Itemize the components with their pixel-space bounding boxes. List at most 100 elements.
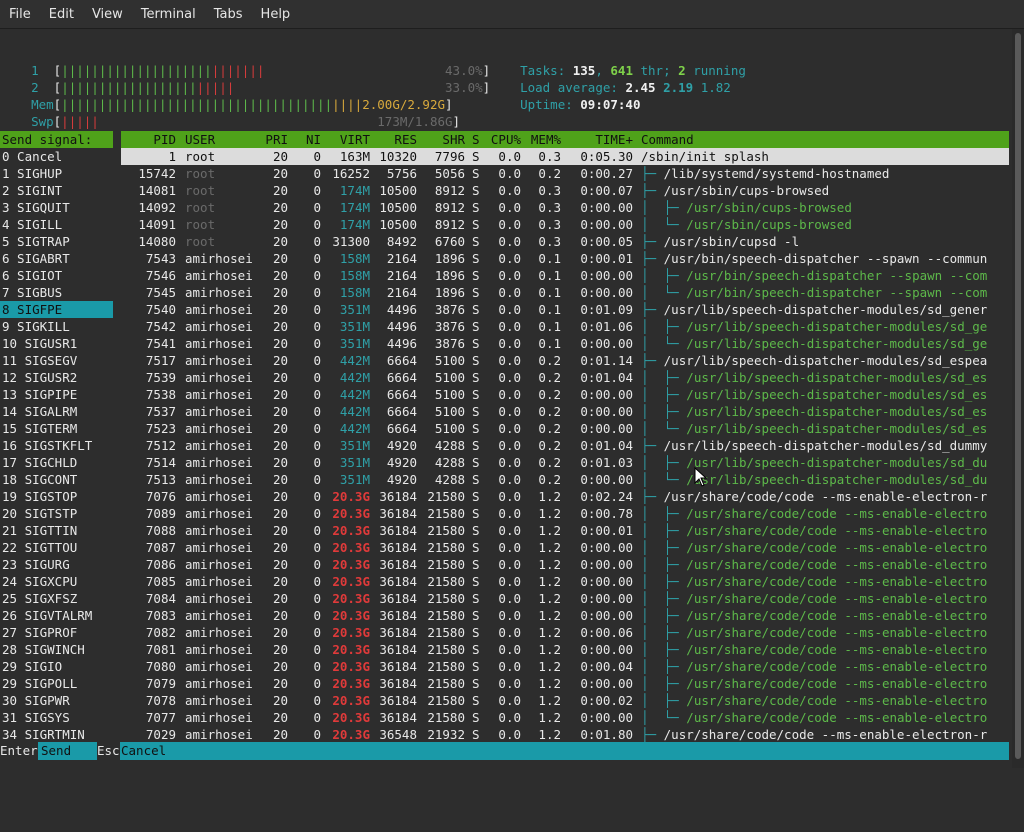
signal-item[interactable]: 26 SIGVTALRM — [0, 607, 113, 624]
menu-terminal[interactable]: Terminal — [132, 7, 205, 22]
cancel-button[interactable]: Cancel — [121, 742, 166, 760]
signal-item[interactable]: 17 SIGCHLD — [0, 454, 113, 471]
process-row[interactable]: 7076 amirhosei 20 0 20.3G 36184 21580 S 0.0 1.2 0:… — [121, 488, 1009, 505]
column-header-s[interactable]: S — [472, 131, 480, 148]
process-row[interactable]: 15742 root 20 0 16252 5756 5056 S 0.0 0.2 0:00.27 ├… — [121, 165, 1009, 182]
process-row[interactable]: 7541 amirhosei 20 0 351M 4496 3876 S 0.0 0.1 0:00.… — [121, 335, 1009, 352]
process-row[interactable]: 7540 amirhosei 20 0 351M 4496 3876 S 0.0 0.1 0:01.… — [121, 301, 1009, 318]
column-header-command[interactable]: Command — [641, 131, 694, 148]
process-row[interactable]: 7089 amirhosei 20 0 20.3G 36184 21580 S 0.0 1.2 0:… — [121, 505, 1009, 522]
process-row[interactable]: 14092 root 20 0 174M 10500 8912 S 0.0 0.3 0:00.00 │… — [121, 199, 1009, 216]
process-row[interactable]: 7539 amirhosei 20 0 442M 6664 5100 S 0.0 0.2 0:01.… — [121, 369, 1009, 386]
column-header-cpu[interactable]: CPU% — [491, 131, 521, 148]
signal-item[interactable]: 28 SIGWINCH — [0, 641, 113, 658]
signal-item[interactable]: 0 Cancel — [0, 148, 113, 165]
process-row[interactable]: 7543 amirhosei 20 0 158M 2164 1896 S 0.0 0.1 0:00.… — [121, 250, 1009, 267]
column-header-ni[interactable]: NI — [306, 131, 321, 148]
menu-help[interactable]: Help — [252, 7, 300, 22]
process-row[interactable]: 7513 amirhosei 20 0 351M 4920 4288 S 0.0 0.2 0:00.… — [121, 471, 1009, 488]
signal-item[interactable]: 9 SIGKILL — [0, 318, 113, 335]
signal-item[interactable]: 27 SIGPROF — [0, 624, 113, 641]
column-header-virt[interactable]: VIRT — [340, 131, 370, 148]
process-row[interactable]: 7512 amirhosei 20 0 351M 4920 4288 S 0.0 0.2 0:01.… — [121, 437, 1009, 454]
signal-item[interactable]: 24 SIGXCPU — [0, 573, 113, 590]
process-row[interactable]: 7082 amirhosei 20 0 20.3G 36184 21580 S 0.0 1.2 0:… — [121, 624, 1009, 641]
process-row[interactable]: 7538 amirhosei 20 0 442M 6664 5100 S 0.0 0.2 0:00.… — [121, 386, 1009, 403]
process-row[interactable]: 7086 amirhosei 20 0 20.3G 36184 21580 S 0.0 1.2 0:… — [121, 556, 1009, 573]
signal-item[interactable]: 8 SIGFPE — [0, 301, 113, 318]
signal-item[interactable]: 12 SIGUSR2 — [0, 369, 113, 386]
cpu2-meter: 2 [||||||||||||||||||||||| 33.0%] — [31, 80, 491, 95]
signal-item[interactable]: 16 SIGSTKFLT — [0, 437, 113, 454]
process-row[interactable]: 7085 amirhosei 20 0 20.3G 36184 21580 S 0.0 1.2 0:… — [121, 573, 1009, 590]
process-row[interactable]: 14091 root 20 0 174M 10500 8912 S 0.0 0.3 0:00.00 │… — [121, 216, 1009, 233]
column-header-shr[interactable]: SHR — [442, 131, 465, 148]
tree-branch: ├─ — [641, 727, 664, 742]
process-row[interactable]: 7537 amirhosei 20 0 442M 6664 5100 S 0.0 0.2 0:00.… — [121, 403, 1009, 420]
process-row[interactable]: 7079 amirhosei 20 0 20.3G 36184 21580 S 0.0 1.2 0:… — [121, 675, 1009, 692]
signal-item[interactable]: 14 SIGALRM — [0, 403, 113, 420]
cell-ni: 0 — [313, 285, 321, 300]
signal-item[interactable]: 2 SIGINT — [0, 182, 113, 199]
signal-item[interactable]: 21 SIGTTIN — [0, 522, 113, 539]
process-row[interactable]: 7077 amirhosei 20 0 20.3G 36184 21580 S 0.0 1.2 0:… — [121, 709, 1009, 726]
column-header-res[interactable]: RES — [394, 131, 417, 148]
signal-item[interactable]: 10 SIGUSR1 — [0, 335, 113, 352]
menu-view[interactable]: View — [83, 7, 132, 22]
column-header-mem[interactable]: MEM% — [531, 131, 561, 148]
process-row[interactable]: 7083 amirhosei 20 0 20.3G 36184 21580 S 0.0 1.2 0:… — [121, 607, 1009, 624]
process-row[interactable]: 7514 amirhosei 20 0 351M 4920 4288 S 0.0 0.2 0:01.… — [121, 454, 1009, 471]
signal-item[interactable]: 4 SIGILL — [0, 216, 113, 233]
process-row[interactable]: 1 root 20 0 163M 10320 7796 S 0.0 0.3 0:05.30/sbin… — [121, 148, 1009, 165]
column-header-user[interactable]: USER — [185, 131, 215, 148]
signal-item[interactable]: 1 SIGHUP — [0, 165, 113, 182]
signal-item[interactable]: 6 SIGABRT — [0, 250, 113, 267]
cell-pid: 14080 — [138, 234, 176, 249]
terminal-scrollbar[interactable] — [1012, 29, 1024, 768]
process-row[interactable]: 7523 amirhosei 20 0 442M 6664 5100 S 0.0 0.2 0:00.… — [121, 420, 1009, 437]
cell-user: amirhosei — [185, 438, 253, 453]
signal-item[interactable]: 7 SIGBUS — [0, 284, 113, 301]
process-row[interactable]: 7545 amirhosei 20 0 158M 2164 1896 S 0.0 0.1 0:00.… — [121, 284, 1009, 301]
signal-item[interactable]: 34 SIGRTMIN — [0, 726, 113, 743]
signal-item[interactable]: 6 SIGIOT — [0, 267, 113, 284]
column-header-pid[interactable]: PID — [153, 131, 176, 148]
column-header-time[interactable]: TIME+ — [595, 131, 633, 148]
signal-item[interactable]: 13 SIGPIPE — [0, 386, 113, 403]
process-row[interactable]: 7546 amirhosei 20 0 158M 2164 1896 S 0.0 0.1 0:00.… — [121, 267, 1009, 284]
menu-edit[interactable]: Edit — [40, 7, 83, 22]
menu-file[interactable]: File — [0, 7, 40, 22]
process-row[interactable]: 7517 amirhosei 20 0 442M 6664 5100 S 0.0 0.2 0:01.… — [121, 352, 1009, 369]
process-row[interactable]: 7088 amirhosei 20 0 20.3G 36184 21580 S 0.0 1.2 0:… — [121, 522, 1009, 539]
process-row[interactable]: 7087 amirhosei 20 0 20.3G 36184 21580 S 0.0 1.2 0:… — [121, 539, 1009, 556]
signal-item[interactable]: 29 SIGPOLL — [0, 675, 113, 692]
process-row[interactable]: 7542 amirhosei 20 0 351M 4496 3876 S 0.0 0.1 0:01.… — [121, 318, 1009, 335]
process-row[interactable]: 7081 amirhosei 20 0 20.3G 36184 21580 S 0.0 1.2 0:… — [121, 641, 1009, 658]
send-button[interactable]: Send — [41, 742, 71, 760]
process-row[interactable]: 7080 amirhosei 20 0 20.3G 36184 21580 S 0.0 1.2 0:… — [121, 658, 1009, 675]
signal-item[interactable]: 11 SIGSEGV — [0, 352, 113, 369]
process-row[interactable]: 14080 root 20 0 31300 8492 6760 S 0.0 0.3 0:00.05 ├… — [121, 233, 1009, 250]
tree-branch: │ └─ — [641, 285, 687, 300]
signal-item[interactable]: 19 SIGSTOP — [0, 488, 113, 505]
signal-item[interactable]: 23 SIGURG — [0, 556, 113, 573]
signal-item[interactable]: 18 SIGCONT — [0, 471, 113, 488]
process-row[interactable]: 7078 amirhosei 20 0 20.3G 36184 21580 S 0.0 1.2 0:… — [121, 692, 1009, 709]
scrollbar-thumb[interactable] — [1015, 33, 1021, 759]
process-row[interactable]: 14081 root 20 0 174M 10500 8912 S 0.0 0.3 0:00.07 ├… — [121, 182, 1009, 199]
cell-s: S — [472, 268, 480, 283]
signal-item[interactable]: 3 SIGQUIT — [0, 199, 113, 216]
column-header-pri[interactable]: PRI — [265, 131, 288, 148]
signal-item[interactable]: 20 SIGTSTP — [0, 505, 113, 522]
signal-item[interactable]: 29 SIGIO — [0, 658, 113, 675]
signal-item[interactable]: 5 SIGTRAP — [0, 233, 113, 250]
cell-cpu: 0.0 — [498, 234, 521, 249]
process-row[interactable]: 7029 amirhosei 20 0 20.3G 36548 21932 S 0.0 1.2 0:… — [121, 726, 1009, 743]
signal-item[interactable]: 15 SIGTERM — [0, 420, 113, 437]
process-row[interactable]: 7084 amirhosei 20 0 20.3G 36184 21580 S 0.0 1.2 0:… — [121, 590, 1009, 607]
menu-tabs[interactable]: Tabs — [205, 7, 252, 22]
signal-item[interactable]: 30 SIGPWR — [0, 692, 113, 709]
signal-item[interactable]: 25 SIGXFSZ — [0, 590, 113, 607]
signal-item[interactable]: 22 SIGTTOU — [0, 539, 113, 556]
signal-item[interactable]: 31 SIGSYS — [0, 709, 113, 726]
